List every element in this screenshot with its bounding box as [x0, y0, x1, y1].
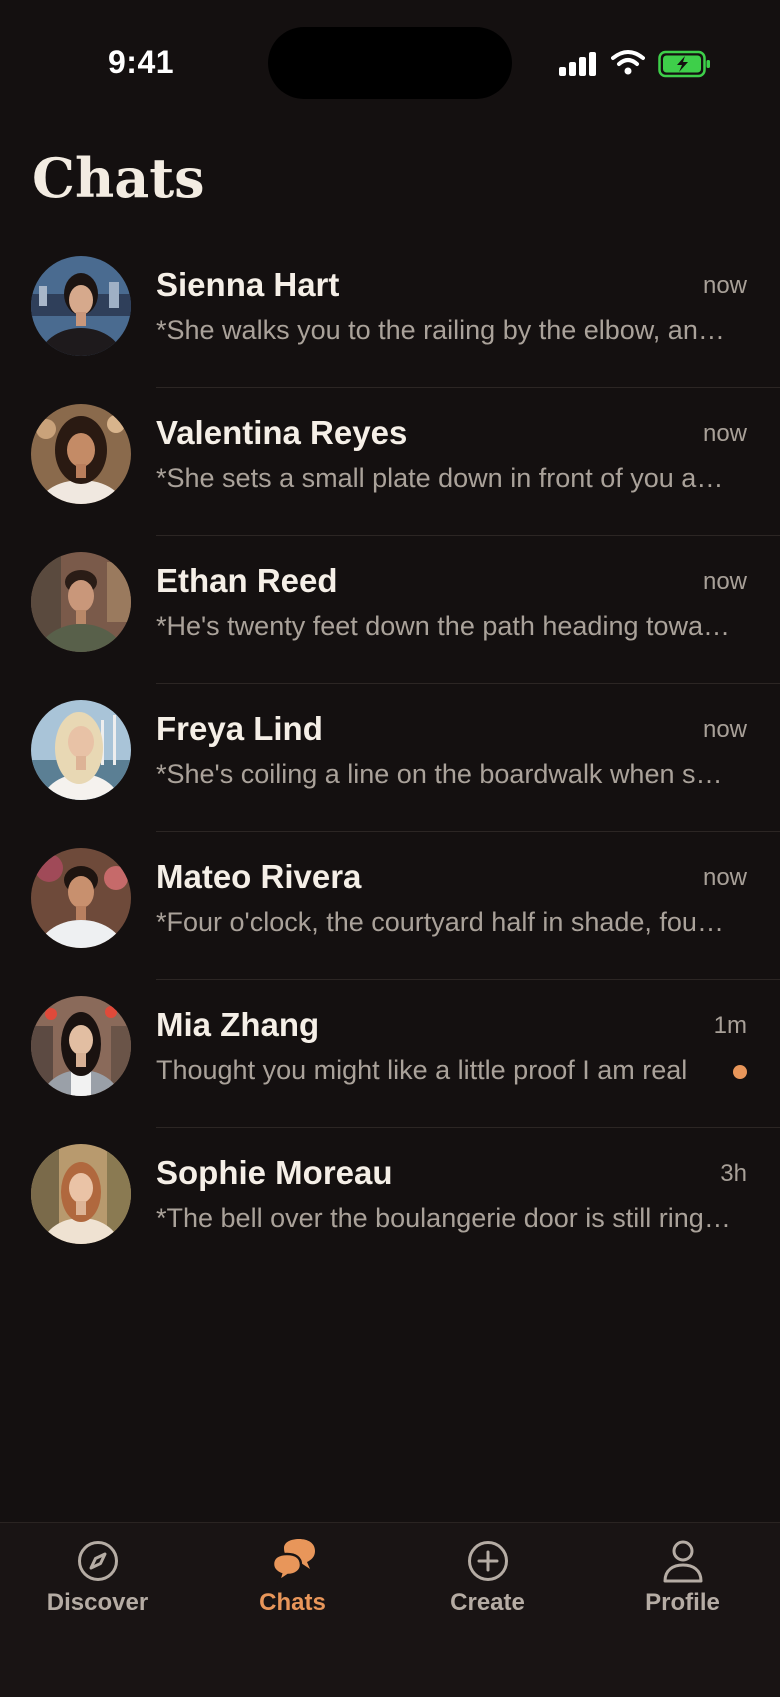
tab-bar: Discover Chats Create Profile	[0, 1522, 780, 1697]
chat-row[interactable]: Mateo Rivera now *Four o'clock, the cour…	[0, 832, 780, 980]
page-title: Chats	[32, 146, 205, 210]
tab-label: Discover	[46, 1589, 149, 1616]
tab-discover[interactable]: Discover	[0, 1523, 195, 1643]
chat-bubbles-icon	[271, 1539, 315, 1584]
avatar	[31, 552, 131, 652]
chat-preview: *She's coiling a line on the boardwalk w…	[156, 759, 736, 789]
tab-create[interactable]: Create	[390, 1523, 585, 1643]
chat-row[interactable]: Ethan Reed now *He's twenty feet down th…	[0, 536, 780, 684]
tab-label: Create	[450, 1589, 525, 1616]
plus-circle-icon	[467, 1541, 508, 1581]
tab-chats[interactable]: Chats	[195, 1523, 390, 1643]
chat-row[interactable]: Mia Zhang 1m Thought you might like a li…	[0, 980, 780, 1128]
unread-indicator	[733, 1065, 747, 1079]
chat-timestamp: now	[702, 420, 747, 447]
avatar	[31, 256, 131, 356]
chat-timestamp: now	[702, 864, 747, 891]
chat-timestamp: now	[702, 272, 747, 299]
chat-name: Valentina Reyes	[156, 414, 408, 451]
cellular-signal-icon	[559, 52, 599, 76]
chat-timestamp: now	[702, 568, 747, 595]
chat-name: Mateo Rivera	[156, 858, 362, 895]
tab-profile[interactable]: Profile	[585, 1523, 780, 1643]
chat-timestamp: 3h	[720, 1160, 747, 1187]
chat-preview: *She walks you to the railing by the elb…	[156, 315, 736, 345]
chat-row[interactable]: Valentina Reyes now *She sets a small pl…	[0, 388, 780, 536]
chat-name: Sophie Moreau	[156, 1154, 393, 1191]
chat-list: Sienna Hart now *She walks you to the ra…	[0, 240, 780, 1276]
chat-row[interactable]: Freya Lind now *She's coiling a line on …	[0, 684, 780, 832]
dynamic-island	[268, 27, 512, 99]
chat-name: Ethan Reed	[156, 562, 338, 599]
chat-preview: *The bell over the boulangerie door is s…	[156, 1203, 736, 1233]
status-time: 9:41	[108, 44, 175, 80]
battery-charging-icon	[658, 50, 710, 78]
wifi-icon	[611, 50, 645, 75]
chat-timestamp: now	[702, 716, 747, 743]
chat-row[interactable]: Sophie Moreau 3h *The bell over the boul…	[0, 1128, 780, 1276]
tab-label: Profile	[645, 1589, 720, 1616]
chat-preview: *Four o'clock, the courtyard half in sha…	[156, 907, 736, 937]
chat-name: Freya Lind	[156, 710, 323, 747]
chat-timestamp: 1m	[713, 1012, 747, 1039]
avatar	[31, 404, 131, 504]
status-bar: 9:41	[0, 0, 780, 110]
chat-preview: *He's twenty feet down the path heading …	[156, 611, 736, 641]
avatar	[31, 848, 131, 948]
compass-icon	[77, 1541, 118, 1581]
chat-name: Mia Zhang	[156, 1006, 320, 1043]
chat-preview: Thought you might like a little proof I …	[156, 1055, 688, 1085]
avatar	[31, 1144, 131, 1244]
person-icon	[663, 1540, 702, 1583]
chat-name: Sienna Hart	[156, 266, 340, 303]
chat-row[interactable]: Sienna Hart now *She walks you to the ra…	[0, 240, 780, 388]
tab-label: Chats	[259, 1589, 326, 1616]
avatar	[31, 996, 131, 1096]
chat-preview: *She sets a small plate down in front of…	[156, 463, 736, 493]
avatar	[31, 700, 131, 800]
